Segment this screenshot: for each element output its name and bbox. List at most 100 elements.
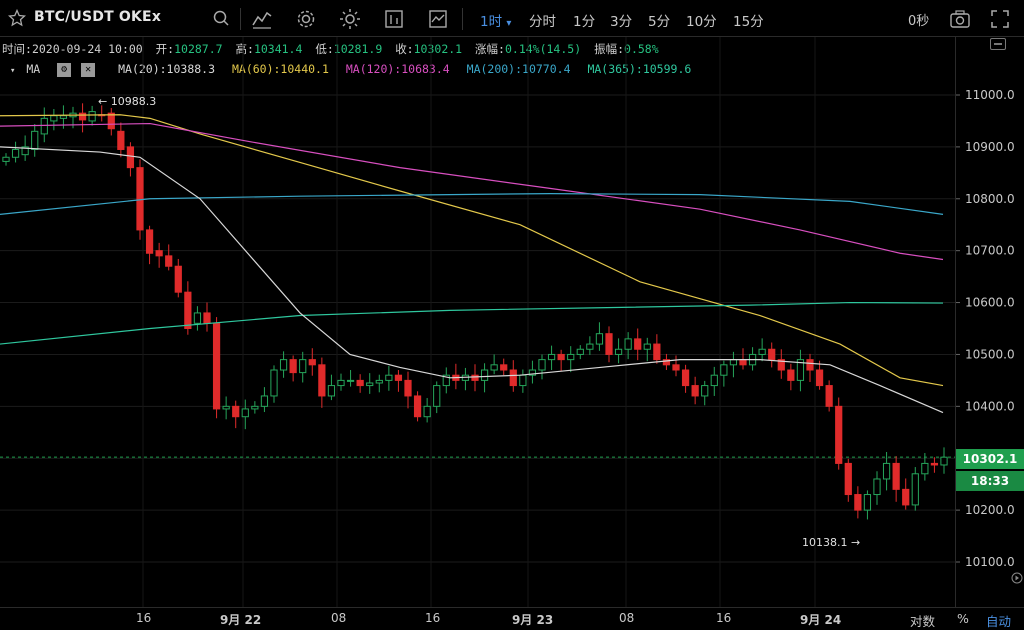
candle-body — [624, 338, 632, 350]
price-tick-label: 10100.0 — [965, 555, 1015, 569]
candle-body — [844, 462, 852, 496]
candle-body — [815, 369, 824, 387]
candle-body — [78, 112, 87, 121]
time-label: 9月 24 — [800, 613, 842, 627]
candle-body — [835, 405, 843, 464]
candle-body — [40, 117, 48, 135]
search-icon[interactable] — [210, 7, 234, 31]
price-tick-label: 11000.0 — [965, 88, 1015, 102]
time-label: 9月 23 — [512, 613, 554, 627]
candle-body — [232, 405, 240, 418]
theme-sun-icon[interactable] — [338, 7, 362, 31]
candle-body — [289, 359, 297, 374]
candle-body — [710, 374, 718, 387]
candle-body — [337, 379, 345, 387]
camera-icon[interactable] — [948, 7, 972, 31]
candle-body — [681, 369, 690, 387]
candle-body — [701, 385, 709, 397]
fullscreen-icon[interactable] — [988, 7, 1012, 31]
candle-body — [318, 364, 326, 397]
time-label: 16 — [136, 611, 152, 625]
candle-body — [547, 353, 556, 361]
candle-body — [2, 156, 10, 162]
tab-timeframe-1m[interactable]: 1分 — [573, 10, 595, 30]
tab-timeframe-line[interactable]: 分时 — [529, 10, 556, 30]
candle-body — [614, 348, 623, 355]
candle-body — [136, 167, 144, 231]
candle-body — [404, 379, 412, 397]
candle-body — [346, 379, 355, 382]
candle-body — [576, 348, 584, 355]
candle-body — [729, 359, 738, 366]
percent-scale-toggle[interactable]: % — [957, 611, 969, 626]
candle-body — [356, 379, 364, 387]
candle-body — [586, 343, 594, 350]
candle-body — [31, 130, 39, 150]
candle-body — [911, 473, 919, 506]
candle-body — [193, 312, 202, 324]
tab-timeframe-3m[interactable]: 3分 — [610, 10, 632, 30]
tab-timeframe-15m[interactable]: 15分 — [733, 10, 764, 30]
candle-body — [863, 494, 872, 511]
candle-body — [672, 364, 680, 371]
candle-body — [222, 405, 230, 410]
candle-body — [806, 359, 814, 371]
candle-body — [107, 112, 115, 130]
candle-body — [634, 338, 642, 350]
ma365-line — [0, 301, 944, 345]
candle-body — [88, 111, 96, 122]
candle-body — [471, 374, 479, 381]
candle-body — [892, 462, 900, 490]
candle-body — [643, 343, 651, 350]
gear-icon[interactable] — [294, 7, 318, 31]
candle-body — [882, 462, 891, 480]
price-axis[interactable]: 11000.0 10900.0 10800.0 10700.0 10600.0 10500… — [955, 37, 1024, 607]
candle-body — [126, 146, 135, 169]
log-scale-toggle[interactable]: 对数 — [910, 611, 935, 630]
candle-body — [212, 322, 221, 410]
candle-body — [538, 359, 546, 371]
tab-timeframe-1h[interactable]: 1时 ▾ — [480, 10, 511, 30]
candle-body — [117, 130, 125, 150]
tab-timeframe-10m[interactable]: 10分 — [686, 10, 717, 30]
tab-timeframe-5m[interactable]: 5分 — [648, 10, 670, 30]
template-icon[interactable] — [426, 7, 450, 31]
last-price-tag: 10302.1 — [956, 449, 1024, 469]
auto-scale-toggle[interactable]: 自动 — [986, 611, 1011, 630]
candle-body — [241, 408, 249, 418]
symbol-title[interactable]: BTC/USDT OKEx — [34, 9, 161, 25]
candle-body — [758, 348, 766, 355]
candle-body — [854, 494, 862, 511]
star-icon[interactable] — [7, 8, 27, 27]
candle-timer-tag: 18:33 — [956, 471, 1024, 491]
chart-type-icon[interactable] — [250, 7, 274, 31]
candlestick-chart[interactable]: ← 10988.3 10138.1 → — [0, 37, 955, 607]
candle-body — [366, 382, 374, 387]
time-label: 9月 22 — [220, 613, 262, 627]
candle-body — [174, 265, 182, 293]
indicator-icon[interactable] — [382, 7, 406, 31]
time-label: 08 — [619, 611, 635, 625]
candle-body — [50, 115, 58, 122]
price-tick-label: 10600.0 — [965, 296, 1015, 310]
time-label: 08 — [331, 611, 347, 625]
candle-body — [308, 359, 316, 366]
high-annotation: ← 10988.3 — [98, 95, 156, 108]
time-label: 16 — [425, 611, 441, 625]
scroll-right-icon[interactable] — [1011, 570, 1023, 584]
ma60-line — [0, 114, 944, 387]
candle-body — [299, 359, 307, 374]
candle-body — [184, 291, 192, 330]
candle-body — [921, 462, 929, 475]
candle-body — [653, 343, 661, 361]
price-tick-label: 10200.0 — [965, 503, 1015, 517]
candle-body — [825, 385, 833, 407]
candle-body — [279, 359, 288, 371]
candle-body — [902, 488, 910, 506]
candle-body — [59, 115, 68, 119]
candle-body — [394, 374, 403, 381]
candle-body — [557, 353, 565, 361]
candle-body — [375, 379, 383, 384]
time-label: 16 — [716, 611, 732, 625]
candle-body — [768, 348, 776, 361]
